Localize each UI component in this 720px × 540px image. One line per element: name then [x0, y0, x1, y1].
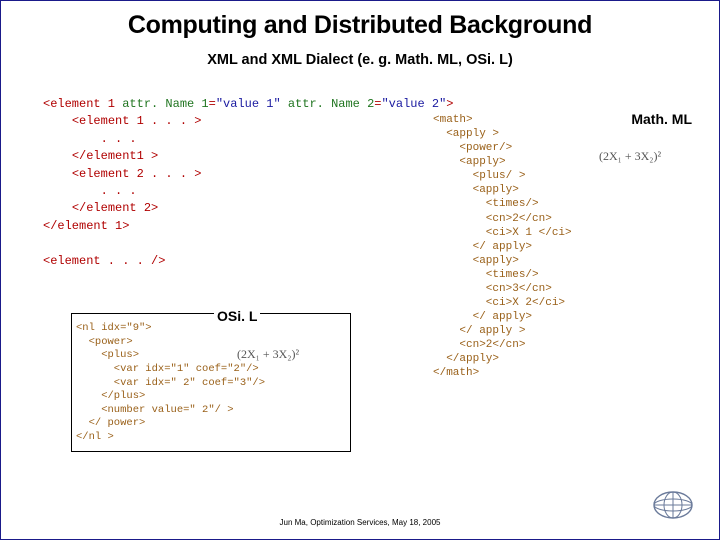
slide-title: Computing and Distributed Background — [1, 1, 719, 40]
osil-formula: (2X₁ + 3X₂)² — [237, 347, 299, 362]
mathml-label: Math. ML — [631, 111, 692, 127]
globe-icon — [652, 489, 694, 521]
slide-footer: Jun Ma, Optimization Services, May 18, 2… — [1, 518, 719, 527]
xml-schema-block: <element 1 attr. Name 1="value 1" attr. … — [43, 96, 454, 270]
osil-label: OSi. L — [214, 308, 260, 324]
mathml-code-block: <math> <apply > <power/> <apply> <plus/ … — [433, 113, 572, 380]
osil-box: <nl idx="9"> <power> <plus> <var idx="1"… — [71, 313, 351, 452]
slide-subtitle: XML and XML Dialect (e. g. Math. ML, OSi… — [1, 40, 719, 68]
mathml-formula: (2X₁ + 3X₂)² — [599, 149, 661, 164]
osil-code-block: <nl idx="9"> <power> <plus> <var idx="1"… — [72, 314, 350, 451]
